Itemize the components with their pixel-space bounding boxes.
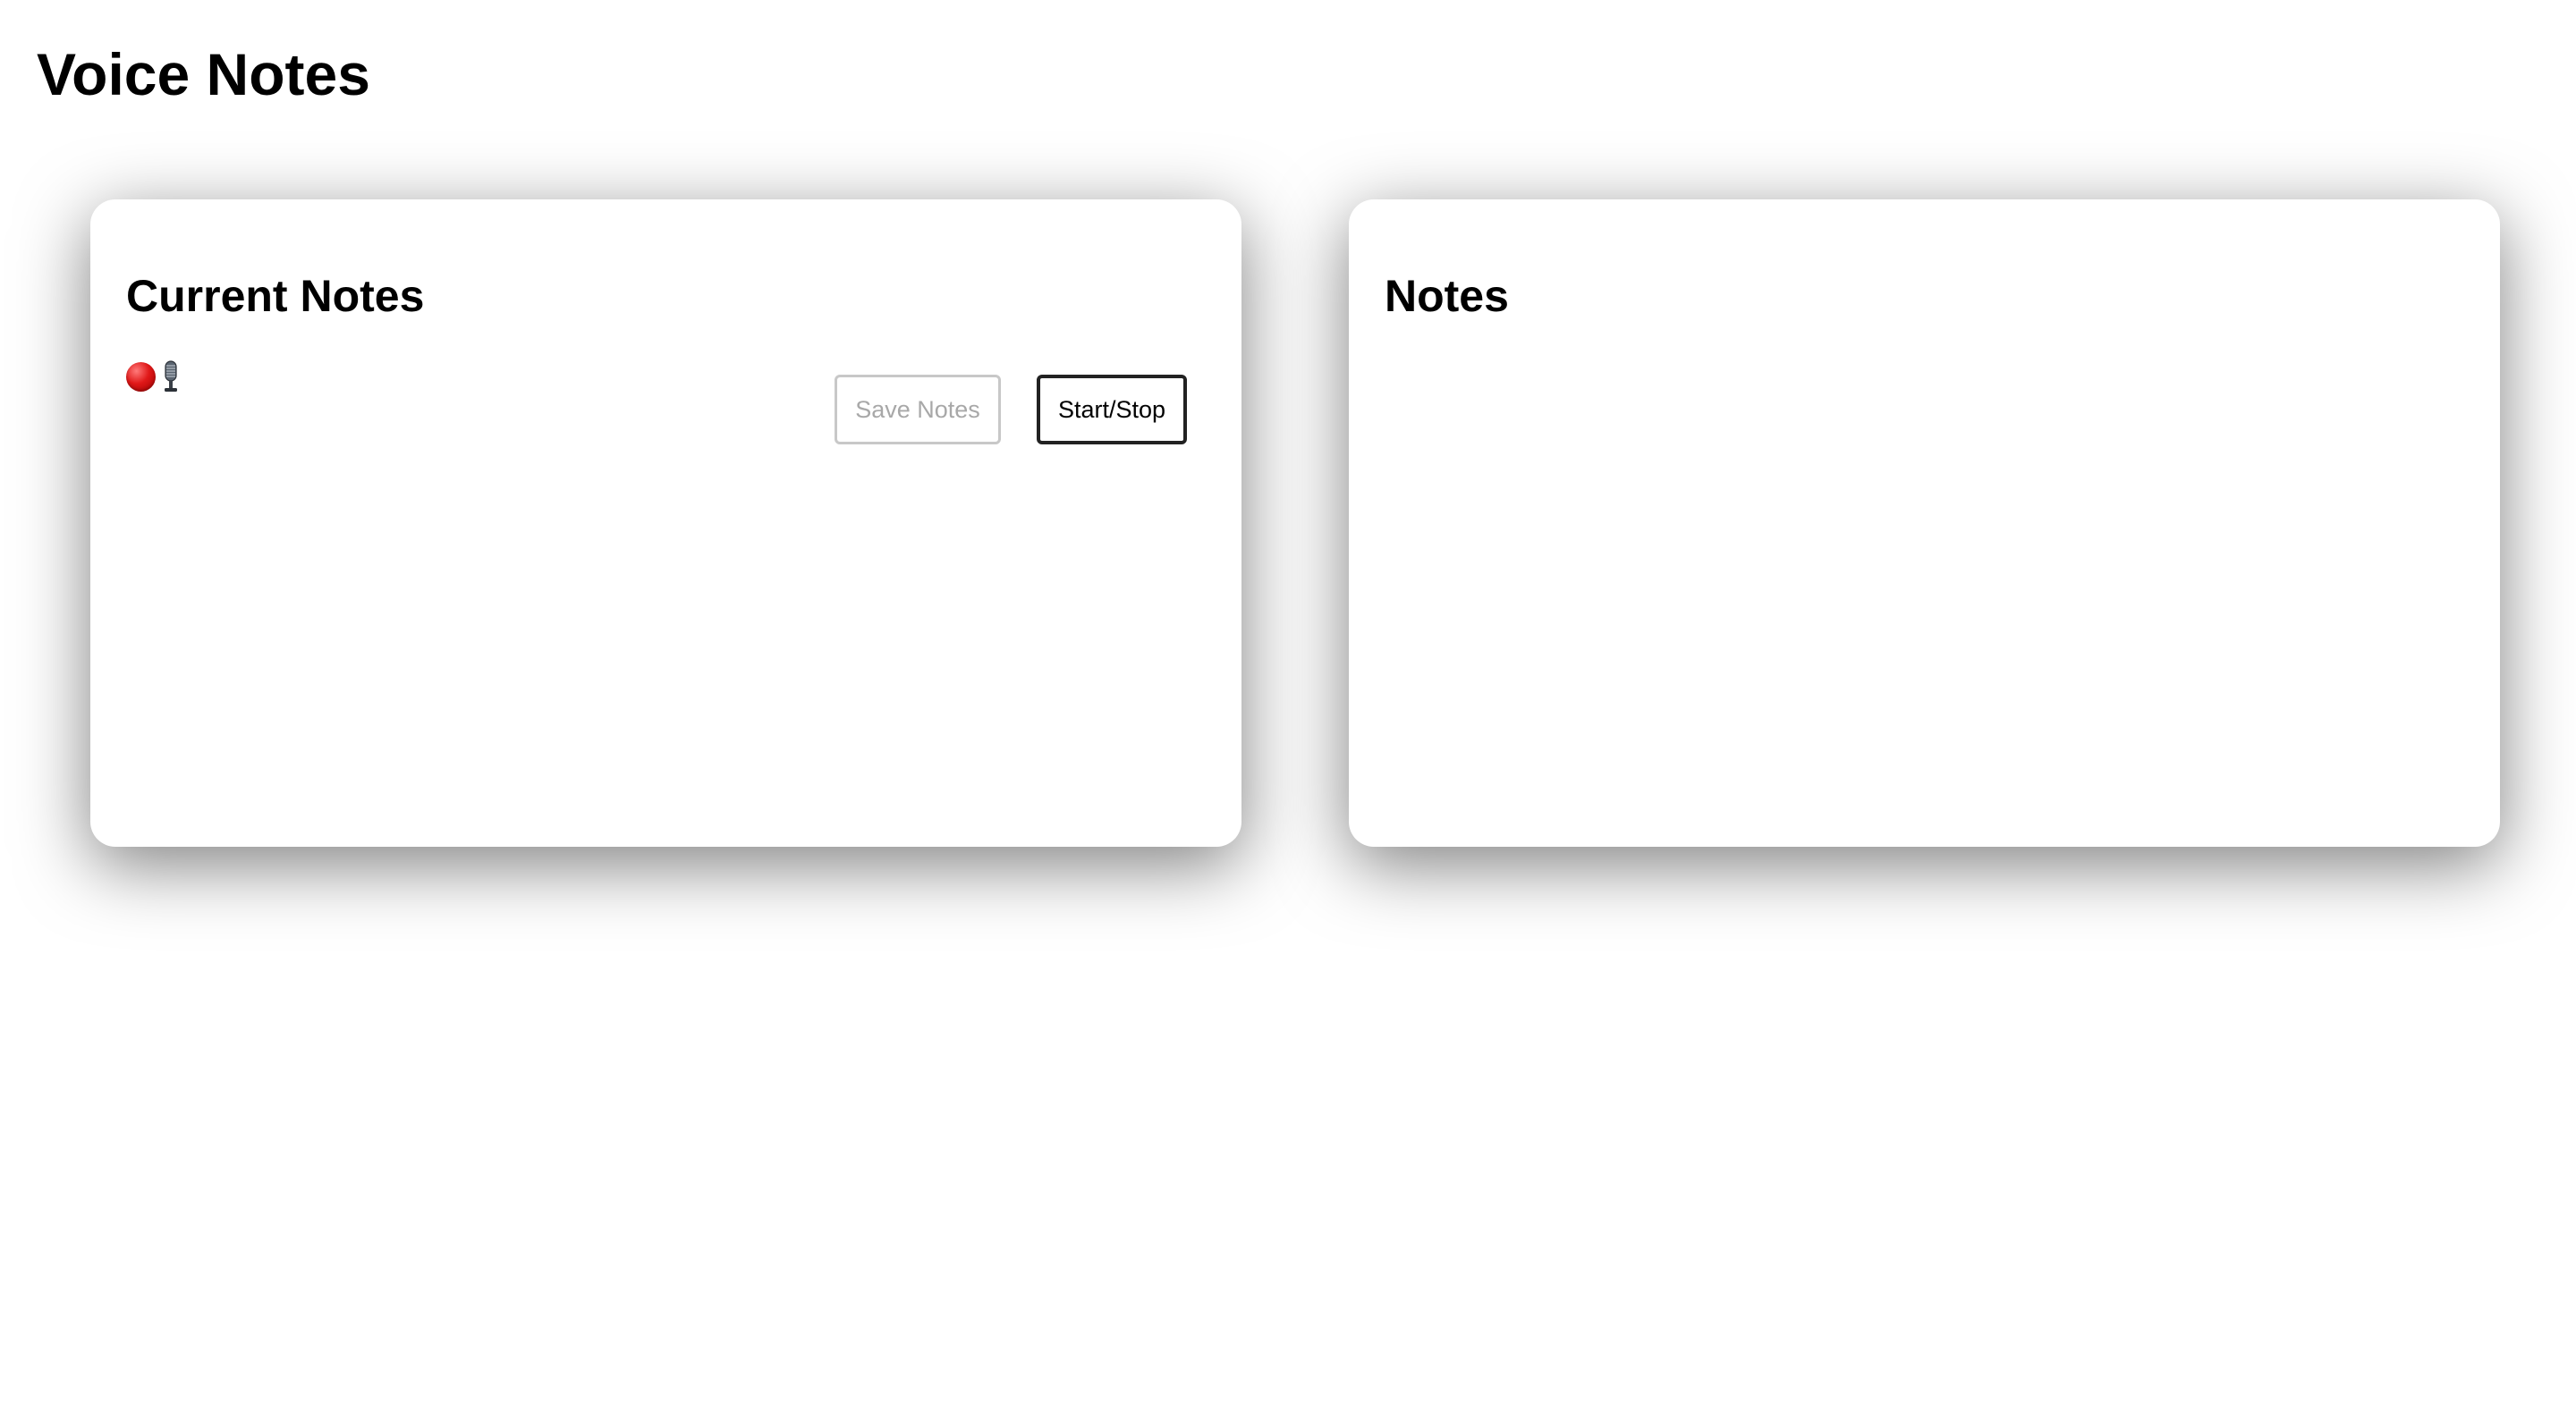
start-stop-button[interactable]: Start/Stop bbox=[1037, 375, 1187, 444]
page-title: Voice Notes bbox=[37, 41, 370, 107]
save-notes-button[interactable]: Save Notes bbox=[835, 375, 1001, 444]
current-notes-title: Current Notes bbox=[126, 271, 425, 321]
notes-panel: Notes bbox=[1349, 199, 2500, 847]
recording-status bbox=[126, 359, 181, 394]
notes-title: Notes bbox=[1385, 271, 1509, 321]
current-notes-panel: Current Notes Save Notes Start/Stop bbox=[90, 199, 1241, 847]
red-circle-icon bbox=[126, 361, 156, 392]
microphone-icon bbox=[165, 360, 177, 392]
